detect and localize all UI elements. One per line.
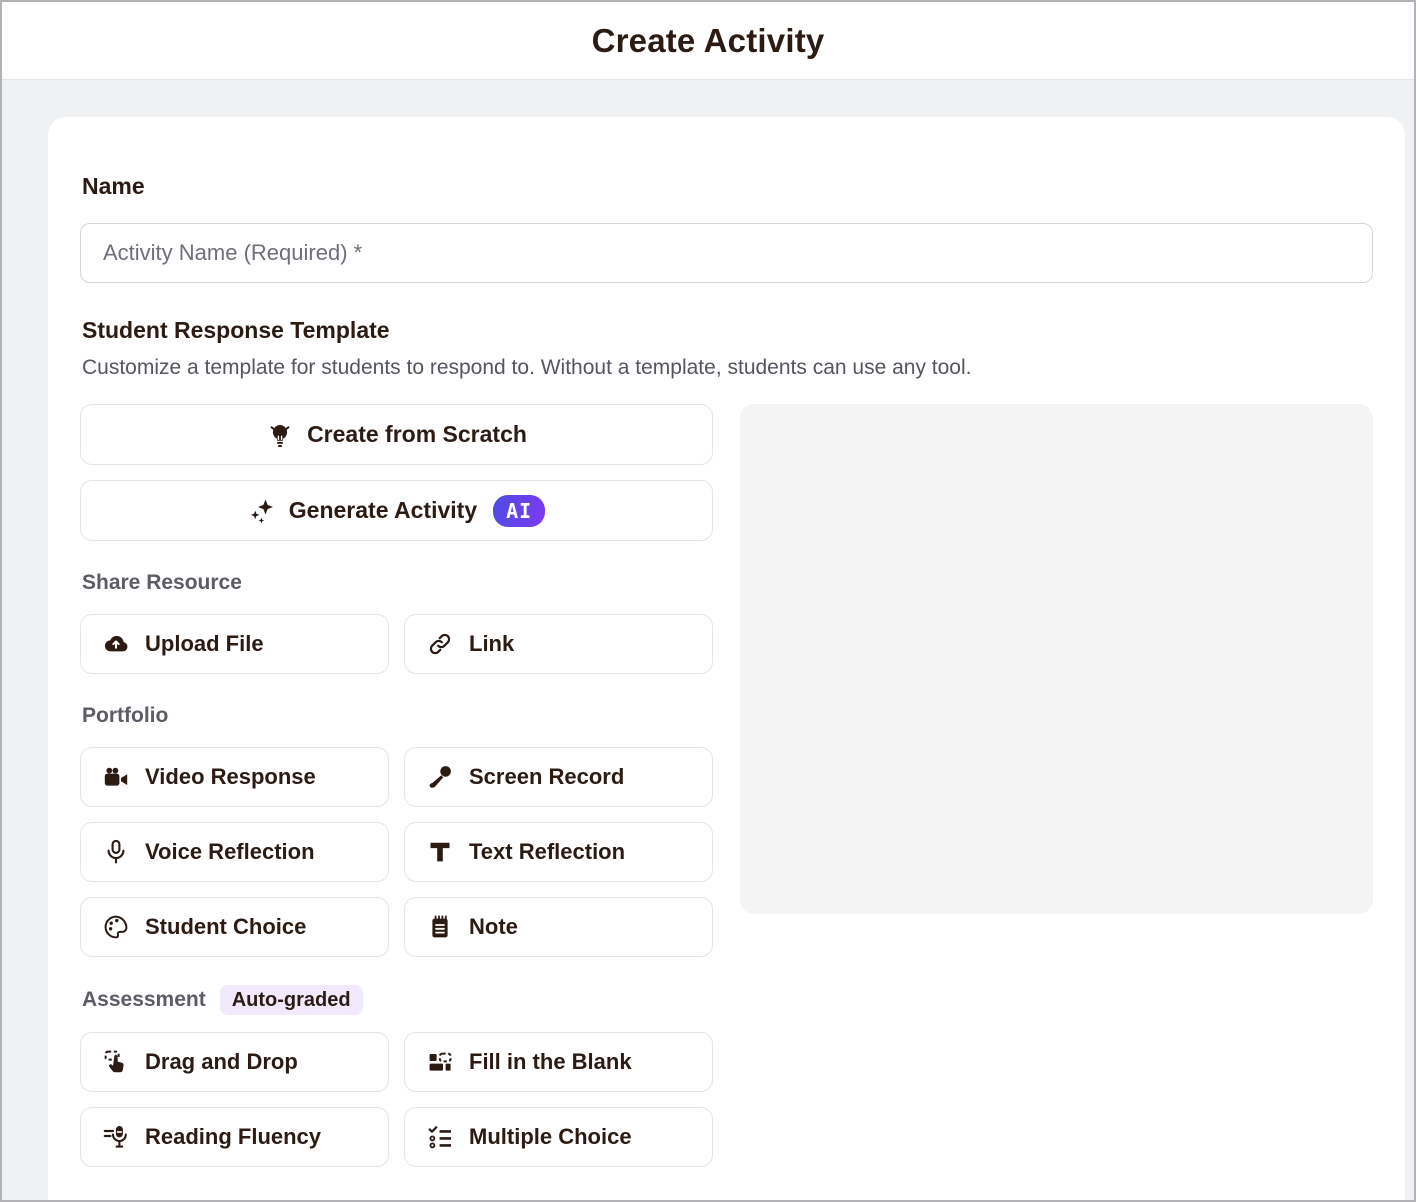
sparkles-icon — [248, 497, 276, 525]
drag-drop-icon — [102, 1048, 130, 1076]
modal-header: Create Activity — [2, 2, 1414, 80]
template-section-description: Customize a template for students to res… — [82, 356, 1373, 380]
multiple-choice-label: Multiple Choice — [469, 1124, 632, 1150]
reading-fluency-button[interactable]: Reading Fluency — [80, 1107, 389, 1167]
link-icon — [426, 630, 454, 658]
template-options-column: Create from Scratch Generate Activity AI… — [80, 404, 713, 1167]
text-reflection-label: Text Reflection — [469, 839, 625, 865]
notepad-icon — [426, 913, 454, 941]
text-reflection-button[interactable]: Text Reflection — [404, 822, 713, 882]
video-response-label: Video Response — [145, 764, 316, 790]
upload-file-button[interactable]: Upload File — [80, 614, 389, 674]
reading-fluency-label: Reading Fluency — [145, 1124, 321, 1150]
video-response-button[interactable]: Video Response — [80, 747, 389, 807]
share-resource-grid: Upload File Link — [80, 614, 713, 674]
assessment-heading-row: Assessment Auto-graded — [82, 985, 713, 1015]
link-button[interactable]: Link — [404, 614, 713, 674]
template-content-row: Create from Scratch Generate Activity AI… — [80, 404, 1373, 1167]
fill-in-the-blank-button[interactable]: Fill in the Blank — [404, 1032, 713, 1092]
letter-t-icon — [426, 838, 454, 866]
page-title: Create Activity — [592, 22, 825, 60]
screen-record-label: Screen Record — [469, 764, 624, 790]
portfolio-grid: Video Response Screen Record — [80, 747, 713, 957]
assessment-heading: Assessment — [82, 988, 206, 1012]
template-preview-panel — [740, 404, 1373, 914]
cloud-upload-icon — [102, 630, 130, 658]
generate-activity-button[interactable]: Generate Activity AI — [80, 480, 713, 541]
palette-icon — [102, 913, 130, 941]
share-resource-heading: Share Resource — [82, 571, 713, 595]
link-label: Link — [469, 631, 514, 657]
screen-record-button[interactable]: Screen Record — [404, 747, 713, 807]
create-from-scratch-button[interactable]: Create from Scratch — [80, 404, 713, 465]
fill-in-the-blank-label: Fill in the Blank — [469, 1049, 632, 1075]
create-from-scratch-label: Create from Scratch — [307, 421, 527, 448]
activity-name-input[interactable] — [80, 223, 1373, 283]
reading-mic-icon — [102, 1123, 130, 1151]
drag-and-drop-label: Drag and Drop — [145, 1049, 298, 1075]
note-button[interactable]: Note — [404, 897, 713, 957]
generate-activity-label: Generate Activity — [289, 497, 477, 524]
multiple-choice-button[interactable]: Multiple Choice — [404, 1107, 713, 1167]
voice-reflection-label: Voice Reflection — [145, 839, 315, 865]
note-label: Note — [469, 914, 518, 940]
drag-and-drop-button[interactable]: Drag and Drop — [80, 1032, 389, 1092]
blocks-blank-icon — [426, 1048, 454, 1076]
auto-graded-badge: Auto-graded — [220, 985, 363, 1015]
student-choice-button[interactable]: Student Choice — [80, 897, 389, 957]
assessment-grid: Drag and Drop Fill in the Blank — [80, 1032, 713, 1167]
voice-reflection-button[interactable]: Voice Reflection — [80, 822, 389, 882]
ai-badge: AI — [493, 495, 545, 527]
student-choice-label: Student Choice — [145, 914, 306, 940]
modal-body: Name Student Response Template Customize… — [2, 80, 1414, 1200]
upload-file-label: Upload File — [145, 631, 264, 657]
video-camera-icon — [102, 763, 130, 791]
template-section-title: Student Response Template — [82, 317, 1373, 343]
microphone-icon — [102, 838, 130, 866]
portfolio-heading: Portfolio — [82, 704, 713, 728]
form-card: Name Student Response Template Customize… — [48, 117, 1405, 1200]
name-label: Name — [82, 173, 1373, 199]
checklist-icon — [426, 1123, 454, 1151]
create-activity-modal: Create Activity Name Student Response Te… — [0, 0, 1416, 1202]
handheld-mic-icon — [426, 763, 454, 791]
lightbulb-icon — [266, 421, 294, 449]
